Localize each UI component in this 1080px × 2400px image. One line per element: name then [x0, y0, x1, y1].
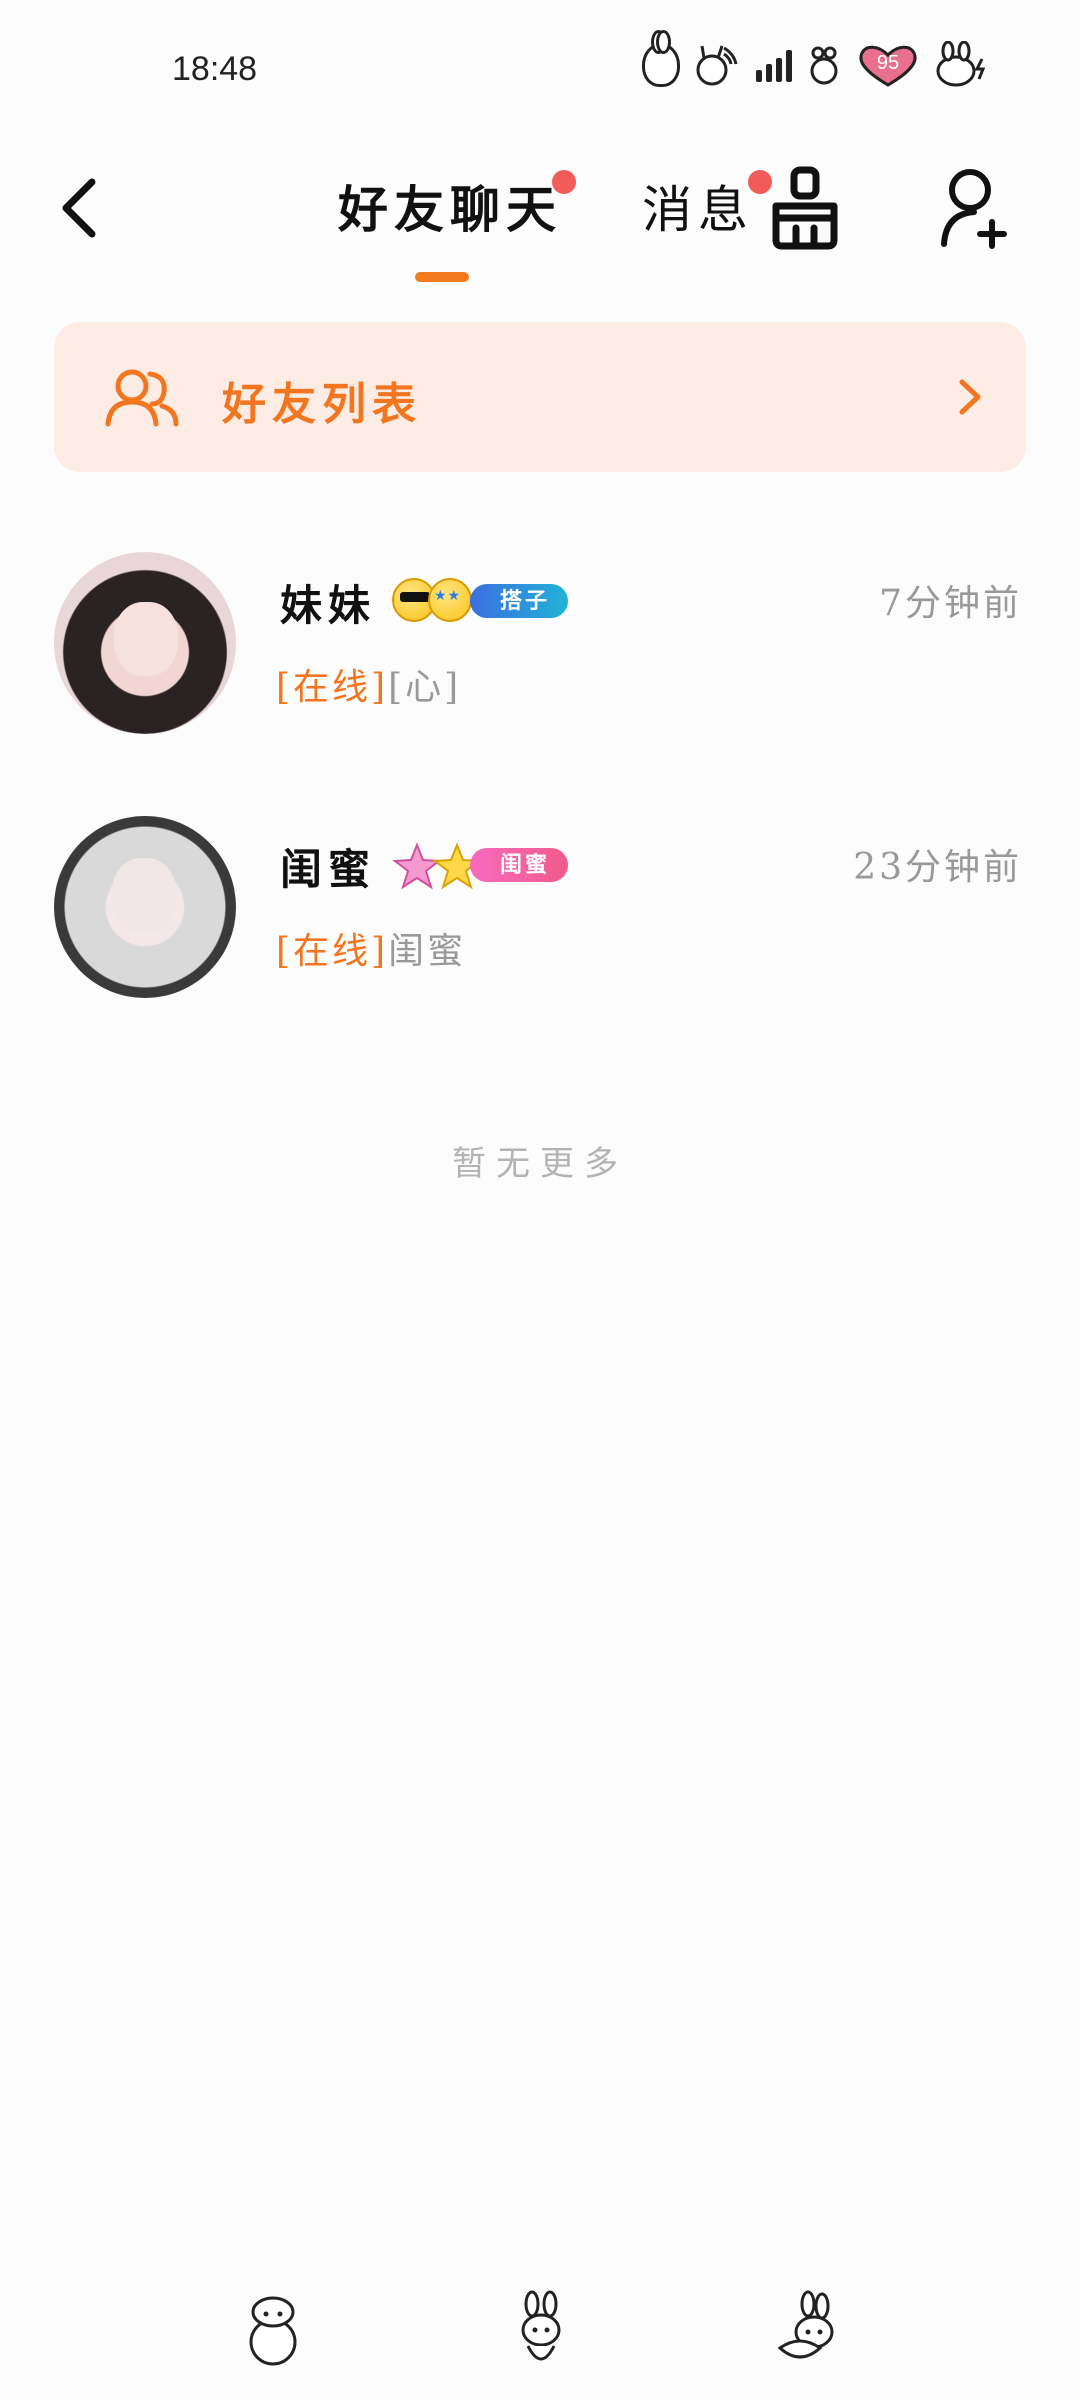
- signal-icon: [756, 48, 792, 82]
- chat-name: 闺蜜: [280, 845, 377, 894]
- wifi-bunny-icon: [694, 40, 742, 90]
- tab-messages[interactable]: 消息: [642, 170, 754, 242]
- chat-row[interactable]: 闺蜜 闺蜜 23分钟前 [在线]闺蜜: [0, 812, 1080, 1012]
- nav-home-bunny-icon: [521, 2290, 561, 2361]
- back-button[interactable]: [52, 168, 112, 248]
- chat-row[interactable]: 妹妹 搭子 7分钟前 [在线][心]: [0, 548, 1080, 748]
- chat-preview: [在线]闺蜜: [276, 922, 466, 974]
- avatar[interactable]: [54, 816, 236, 998]
- chat-name: 妹妹: [280, 581, 377, 630]
- avatar-face: [112, 858, 176, 932]
- bottom-nav: [0, 2280, 1080, 2380]
- active-tab-indicator: [415, 272, 469, 282]
- status-time: 18:48: [172, 50, 258, 88]
- last-message: 闺蜜: [388, 931, 467, 972]
- screen: 18:48 95 好友聊天 消息 好友列表 妹妹 ★★ 搭子 7分钟前 [在线]…: [0, 0, 1080, 2400]
- chevron-right-icon: [959, 379, 981, 415]
- badge-emojis: [392, 842, 482, 892]
- add-friend-button[interactable]: [936, 162, 1016, 252]
- broom-icon: [772, 166, 838, 250]
- unread-dot: [552, 170, 576, 194]
- relationship-badge: 闺蜜: [470, 848, 569, 882]
- status-icons: 95: [642, 30, 990, 90]
- battery-level: 95: [876, 52, 900, 74]
- friend-list-label: 好友列表: [222, 379, 422, 430]
- nav-back-button[interactable]: [238, 2290, 308, 2370]
- heart-battery-icon: 95: [856, 43, 920, 87]
- nav-home-button[interactable]: [506, 2290, 576, 2370]
- status-bar: 18:48 95: [0, 0, 1080, 140]
- relationship-badge: 搭子: [470, 584, 569, 618]
- friend-list-banner[interactable]: 好友列表: [54, 322, 1026, 472]
- badge-emojis: [392, 578, 472, 622]
- header: 好友聊天 消息: [0, 140, 1080, 290]
- bunny-icon: [642, 30, 680, 87]
- online-status: [在线]: [276, 667, 389, 708]
- online-status: [在线]: [276, 931, 389, 972]
- chat-time: 23分钟前: [853, 847, 1022, 888]
- chat-preview: [在线][心]: [276, 658, 461, 710]
- avatar-face: [114, 602, 178, 676]
- tab-friend-chat[interactable]: 好友聊天: [338, 170, 562, 242]
- last-message: [心]: [388, 667, 462, 708]
- nav-back-bunny-icon: [249, 2296, 297, 2366]
- bunny-pair-icon: [806, 43, 842, 87]
- friends-icon: [105, 369, 179, 427]
- add-user-icon: [941, 169, 1007, 249]
- chevron-left-icon: [62, 178, 96, 238]
- bunny-charging-icon: [934, 41, 990, 89]
- nav-recent-button[interactable]: [772, 2290, 842, 2370]
- star-eyes-emoji-icon: [428, 578, 472, 622]
- avatar[interactable]: [54, 552, 236, 734]
- clean-button[interactable]: [766, 162, 846, 252]
- list-footer: 暂无更多: [452, 1144, 628, 1184]
- chat-time: 7分钟前: [879, 583, 1022, 624]
- nav-recent-bunny-icon: [777, 2290, 834, 2359]
